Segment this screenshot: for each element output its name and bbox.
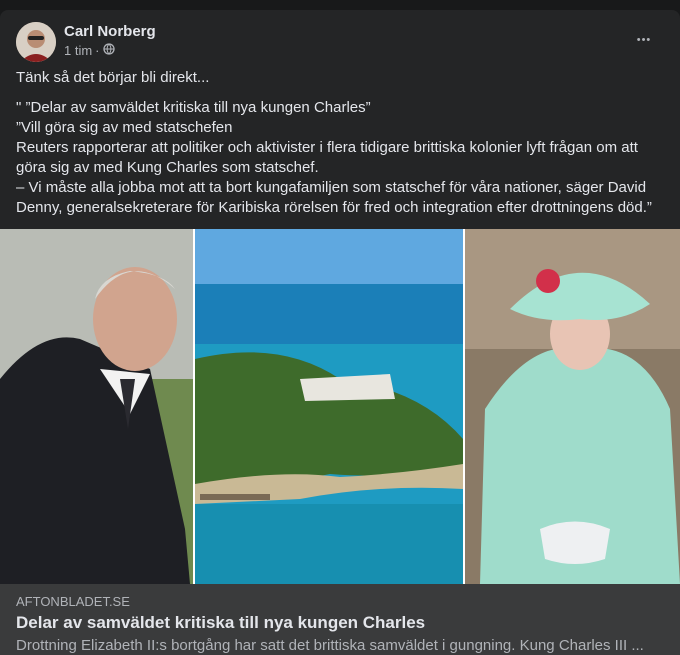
post-card: Carl Norberg 1 tim · ••• Tänk så det bör… — [0, 10, 680, 655]
author-avatar[interactable] — [16, 22, 56, 62]
link-title[interactable]: Delar av samväldet kritiska till nya kun… — [16, 613, 425, 633]
author-name[interactable]: Carl Norberg — [64, 23, 156, 40]
link-domain: AFTONBLADET.SE — [16, 594, 130, 609]
meta-separator: · — [95, 43, 100, 58]
post-header: Carl Norberg 1 tim · ••• — [16, 22, 664, 62]
globe-icon[interactable] — [102, 43, 115, 58]
link-preview-image[interactable] — [0, 229, 680, 584]
post-time[interactable]: 1 tim — [64, 43, 92, 58]
post-meta: 1 tim · — [64, 43, 115, 58]
more-label: ••• — [636, 34, 652, 46]
post-line: " ”Delar av samväldet kritiska till nya … — [16, 99, 371, 116]
post-text: Tänk så det börjar bli direkt... " ”Dela… — [16, 68, 666, 218]
more-dots-icon[interactable]: ••• — [630, 26, 658, 54]
post-line: ”Vill göra sig av med statschefen — [16, 119, 233, 136]
link-preview[interactable]: AFTONBLADET.SE Delar av samväldet kritis… — [0, 584, 680, 655]
post-line: Reuters rapporterar att politiker och ak… — [16, 139, 638, 176]
post-line: – Vi måste alla jobba mot att ta bort ku… — [16, 179, 652, 216]
link-description: Drottning Elizabeth II:s bortgång har sa… — [16, 637, 644, 654]
post-intro: Tänk så det börjar bli direkt... — [16, 69, 210, 86]
